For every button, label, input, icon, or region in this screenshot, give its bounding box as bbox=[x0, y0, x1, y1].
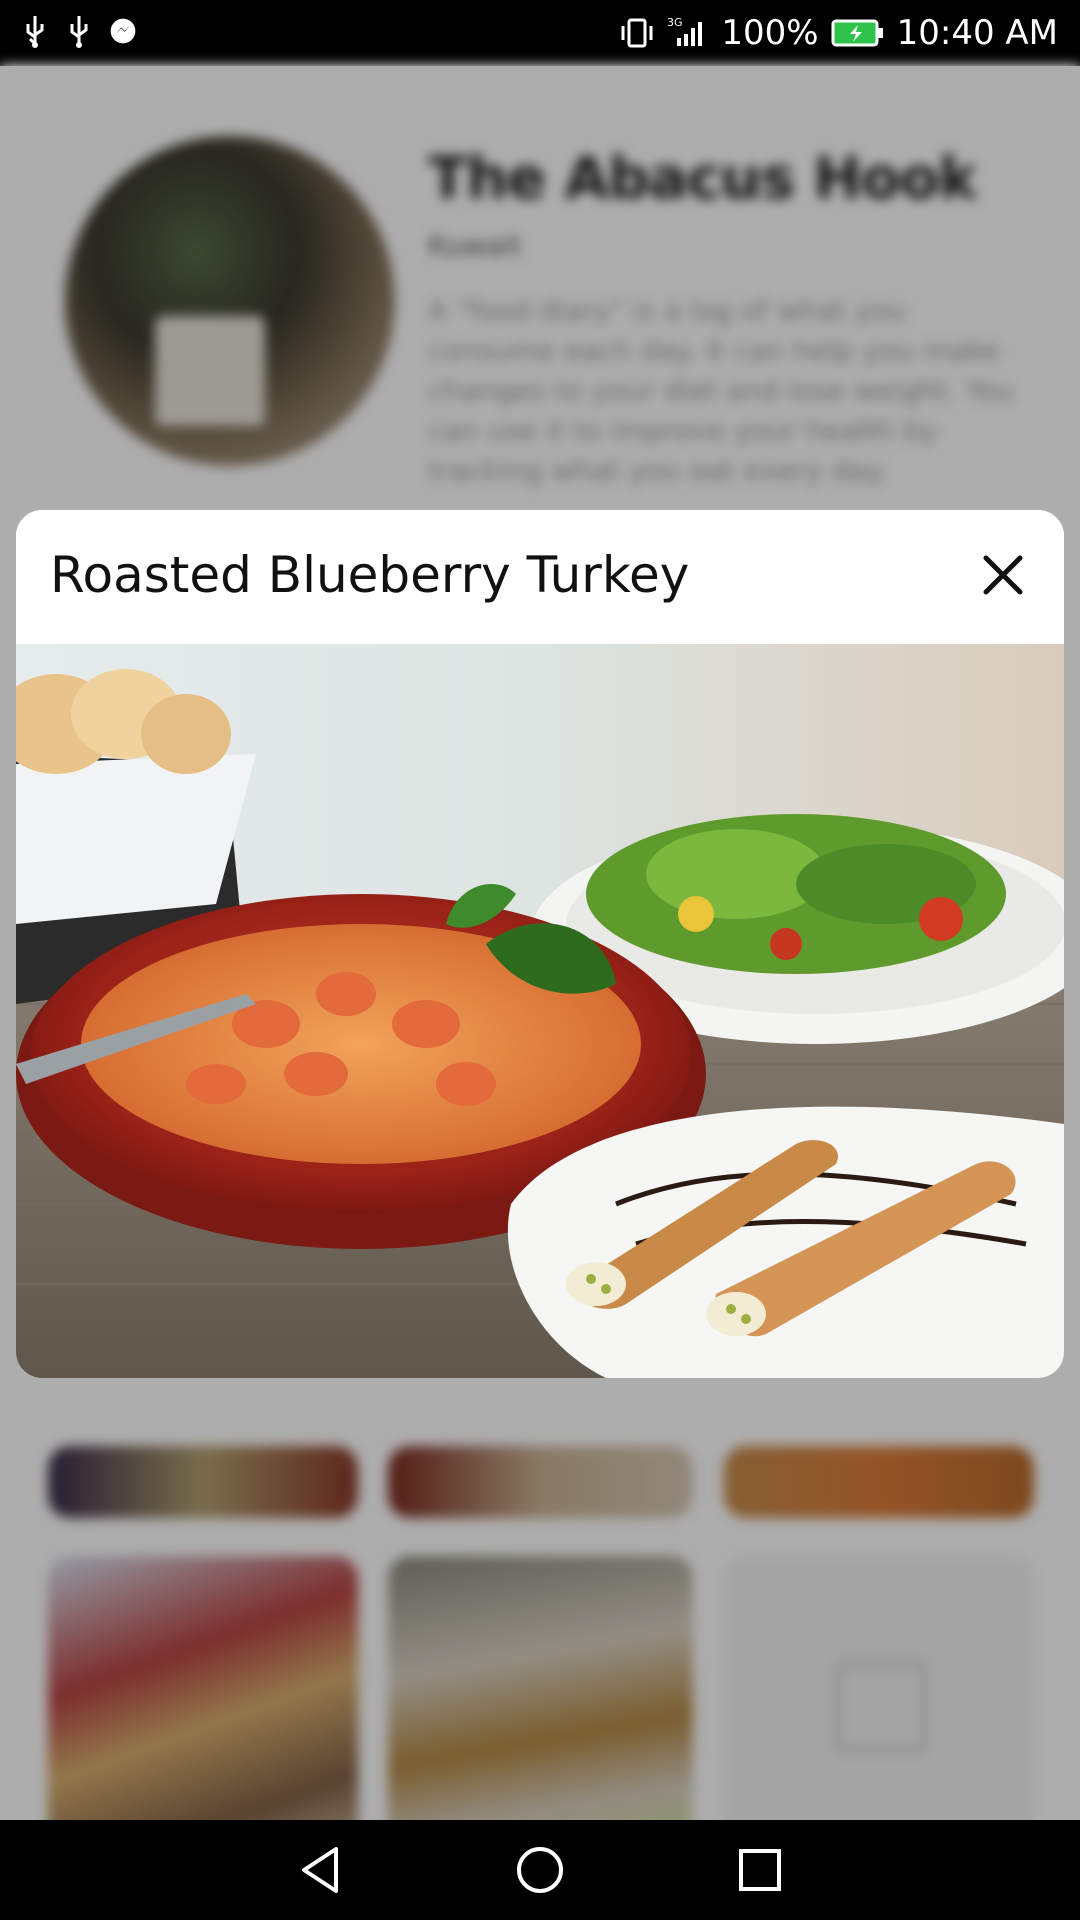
vibrate-icon bbox=[619, 16, 655, 50]
recents-icon bbox=[739, 1849, 781, 1891]
dish-photo-illustration bbox=[16, 644, 1064, 1378]
back-button[interactable] bbox=[292, 1842, 348, 1898]
network-type: 3G bbox=[667, 16, 683, 29]
close-icon bbox=[983, 555, 1023, 595]
close-button[interactable] bbox=[972, 544, 1034, 606]
clock: 10:40 AM bbox=[896, 13, 1058, 53]
dish-photo bbox=[16, 644, 1064, 1378]
battery-percent: 100% bbox=[721, 13, 819, 53]
dialog-title: Roasted Blueberry Turkey bbox=[50, 546, 690, 604]
back-icon bbox=[302, 1847, 338, 1893]
signal-icon: 3G bbox=[667, 16, 709, 50]
recents-button[interactable] bbox=[732, 1842, 788, 1898]
usb-icon bbox=[64, 14, 94, 52]
status-bar: 3G 100% 10:40 AM bbox=[0, 0, 1080, 66]
messenger-icon bbox=[108, 14, 138, 52]
home-button[interactable] bbox=[512, 1842, 568, 1898]
dish-dialog: Roasted Blueberry Turkey bbox=[16, 510, 1064, 1378]
home-icon bbox=[517, 1847, 563, 1893]
usb-icon bbox=[20, 14, 50, 52]
dialog-header: Roasted Blueberry Turkey bbox=[16, 510, 1064, 644]
battery-charging-icon bbox=[831, 18, 885, 48]
navigation-bar bbox=[0, 1820, 1080, 1920]
